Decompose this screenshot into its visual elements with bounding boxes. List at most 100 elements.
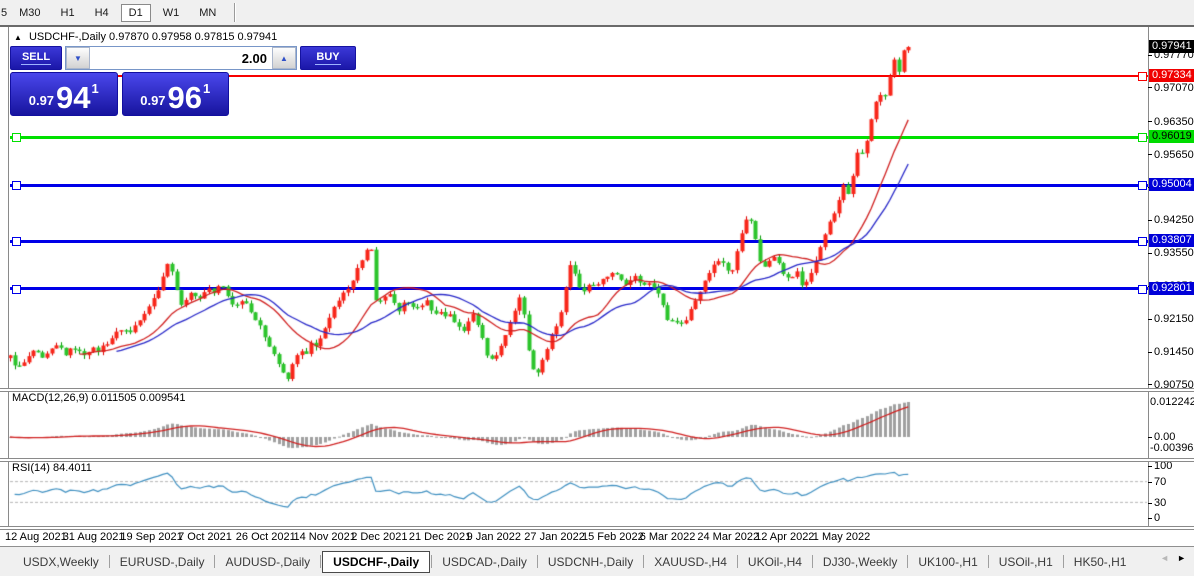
hline-handle-left-0.92801[interactable] bbox=[12, 284, 21, 294]
tab-separator bbox=[320, 555, 322, 568]
hline-handle-left-0.96019[interactable] bbox=[12, 133, 21, 143]
date-label: 26 Oct 2021 bbox=[235, 531, 296, 543]
price-badge-0.96019: 0.96019 bbox=[1149, 130, 1194, 144]
tab-separator bbox=[643, 555, 645, 568]
tab-dj30-weekly[interactable]: DJ30-,Weekly bbox=[814, 552, 906, 572]
date-label: 27 Jan 2022 bbox=[524, 531, 585, 543]
timeframe-toolbar: 5 M30 H1 H4 D1 W1 MN bbox=[0, 0, 1194, 25]
volume-increase-button[interactable]: ▲ bbox=[272, 47, 296, 69]
price-tick-0.94250: 0.94250 bbox=[1148, 214, 1194, 226]
tab-separator bbox=[1062, 555, 1064, 568]
chart-title: ▲ USDCHF-,Daily 0.97870 0.97958 0.97815 … bbox=[14, 31, 277, 43]
indicator-tick-70: 70 bbox=[1148, 476, 1194, 488]
hline-handle-left-0.95004[interactable] bbox=[12, 181, 21, 191]
indicator-tick-0.012242: 0.012242 bbox=[1150, 396, 1194, 408]
mt5-terminal: 5 M30 H1 H4 D1 W1 MN ▲ USDCHF-,Daily 0.97870 0… bbox=[0, 0, 1194, 576]
rsi-label: RSI(14) 84.4011 bbox=[12, 462, 92, 474]
date-label: 15 Feb 2022 bbox=[582, 531, 644, 543]
date-label: 9 Jan 2022 bbox=[466, 531, 522, 543]
macd-rsi-divider[interactable] bbox=[0, 458, 1194, 462]
tab-hk50-h1[interactable]: HK50-,H1 bbox=[1065, 552, 1136, 572]
volume-input[interactable] bbox=[90, 47, 272, 69]
price-badge-0.95004: 0.95004 bbox=[1149, 178, 1194, 192]
tab-separator bbox=[811, 555, 813, 568]
tab-separator bbox=[736, 555, 738, 568]
indicator-tick-30: 30 bbox=[1148, 497, 1194, 509]
date-label: 7 Oct 2021 bbox=[178, 531, 232, 543]
indicator-tick-0: 0 bbox=[1148, 512, 1194, 524]
hline-handle-right-0.97334[interactable] bbox=[1138, 71, 1147, 81]
sell-button[interactable]: SELL bbox=[10, 46, 62, 70]
timeframe-d1[interactable]: D1 bbox=[120, 3, 151, 22]
hline-handle-right-0.92801[interactable] bbox=[1138, 284, 1147, 294]
sell-price-pip: 1 bbox=[91, 81, 99, 96]
timeframe-m30[interactable]: M30 bbox=[11, 4, 48, 22]
hline-handle-right-0.95004[interactable] bbox=[1138, 181, 1147, 191]
tab-ukoil-h4[interactable]: UKOil-,H4 bbox=[739, 552, 811, 572]
hline-handle-right-0.96019[interactable] bbox=[1138, 133, 1147, 143]
buy-price-big: 96 bbox=[167, 80, 203, 115]
hline-handle-left-0.93807[interactable] bbox=[12, 237, 21, 247]
chart-frame-top-border bbox=[0, 25, 1194, 27]
volume-spinner: ▼ ▲ bbox=[65, 46, 297, 70]
tab-scroll-arrows: ◄ ► bbox=[1160, 553, 1186, 563]
tab-separator bbox=[214, 555, 216, 568]
timeframe-h1[interactable]: H1 bbox=[53, 4, 83, 22]
tab-separator bbox=[987, 555, 989, 568]
tab-scroll-right-icon[interactable]: ► bbox=[1177, 553, 1186, 563]
sell-price-box[interactable]: 0.97 94 1 bbox=[10, 72, 118, 116]
buy-price-prefix: 0.97 bbox=[140, 93, 166, 108]
tab-xauusd-h4[interactable]: XAUUSD-,H4 bbox=[645, 552, 736, 572]
timeframe-w1[interactable]: W1 bbox=[155, 4, 188, 22]
date-label: 12 Aug 2021 bbox=[5, 531, 67, 543]
tab-separator bbox=[108, 555, 110, 568]
date-label: 31 Aug 2021 bbox=[62, 531, 125, 543]
tab-separator bbox=[907, 555, 909, 568]
tab-usdchf-daily[interactable]: USDCHF-,Daily bbox=[322, 550, 431, 573]
tab-eurusd-daily[interactable]: EURUSD-,Daily bbox=[111, 552, 214, 572]
buy-price-pip: 1 bbox=[203, 81, 211, 96]
timeframe-mn[interactable]: MN bbox=[191, 4, 224, 22]
tab-usoil-h1[interactable]: USOil-,H1 bbox=[990, 552, 1062, 572]
chart-tab-bar: USDX,Weekly EURUSD-,Daily AUDUSD-,Daily USD… bbox=[0, 546, 1194, 576]
chart-symbol-label: USDCHF-,Daily bbox=[28, 31, 106, 43]
collapse-arrow-icon[interactable]: ▲ bbox=[14, 33, 22, 42]
price-tick-0.92150: 0.92150 bbox=[1148, 313, 1194, 325]
date-label: 19 Sep 2021 bbox=[120, 531, 183, 543]
timeframe-5[interactable]: 5 bbox=[0, 4, 9, 22]
timeframe-h4[interactable]: H4 bbox=[87, 4, 117, 22]
price-badge-0.97941: 0.97941 bbox=[1149, 40, 1194, 53]
sell-price-prefix: 0.97 bbox=[28, 93, 55, 108]
volume-decrease-button[interactable]: ▼ bbox=[66, 47, 90, 69]
date-label: 6 Mar 2022 bbox=[639, 531, 696, 543]
buy-price-box[interactable]: 0.97 96 1 bbox=[121, 72, 229, 116]
date-label: 14 Nov 2021 bbox=[293, 531, 356, 543]
tab-separator bbox=[536, 555, 538, 568]
sell-price-big: 94 bbox=[56, 80, 91, 115]
tab-usdcnh-daily[interactable]: USDCNH-,Daily bbox=[539, 552, 642, 572]
rsi-dates-divider bbox=[0, 526, 1194, 530]
tab-scroll-left-icon[interactable]: ◄ bbox=[1160, 553, 1169, 563]
price-tick-0.97070: 0.97070 bbox=[1148, 82, 1194, 94]
tab-usdx-weekly[interactable]: USDX,Weekly bbox=[14, 552, 108, 572]
price-badge-0.97334: 0.97334 bbox=[1149, 68, 1194, 82]
macd-label: MACD(12,26,9) 0.011505 0.009541 bbox=[12, 392, 186, 404]
buy-button[interactable]: BUY bbox=[300, 46, 356, 70]
date-axis[interactable]: 12 Aug 2021 31 Aug 2021 19 Sep 2021 7 Oct 2… bbox=[0, 528, 1194, 546]
one-click-trade-widget: SELL ▼ ▲ BUY 0.97 94 1 0.97 96 1 bbox=[10, 46, 356, 116]
date-label: 2 Dec 2021 bbox=[351, 531, 408, 543]
tab-audusd-daily[interactable]: AUDUSD-,Daily bbox=[216, 552, 319, 572]
date-label: 21 Dec 2021 bbox=[408, 531, 472, 543]
tab-uk100-h1[interactable]: UK100-,H1 bbox=[909, 552, 986, 572]
chart-ohlc-values: 0.97870 0.97958 0.97815 0.97941 bbox=[109, 31, 278, 43]
hline-handle-right-0.93807[interactable] bbox=[1138, 237, 1147, 247]
toolbar-separator bbox=[234, 3, 237, 22]
date-label: 24 Mar 2022 bbox=[697, 531, 760, 543]
date-label: 12 Apr 2022 bbox=[755, 531, 815, 543]
price-badge-0.92801: 0.92801 bbox=[1149, 281, 1194, 295]
price-tick-0.95650: 0.95650 bbox=[1148, 149, 1194, 161]
date-label: 1 May 2022 bbox=[812, 531, 871, 543]
tab-usdcad-daily[interactable]: USDCAD-,Daily bbox=[433, 552, 536, 572]
price-tick-0.96350: 0.96350 bbox=[1148, 116, 1194, 128]
tab-separator bbox=[431, 555, 433, 568]
